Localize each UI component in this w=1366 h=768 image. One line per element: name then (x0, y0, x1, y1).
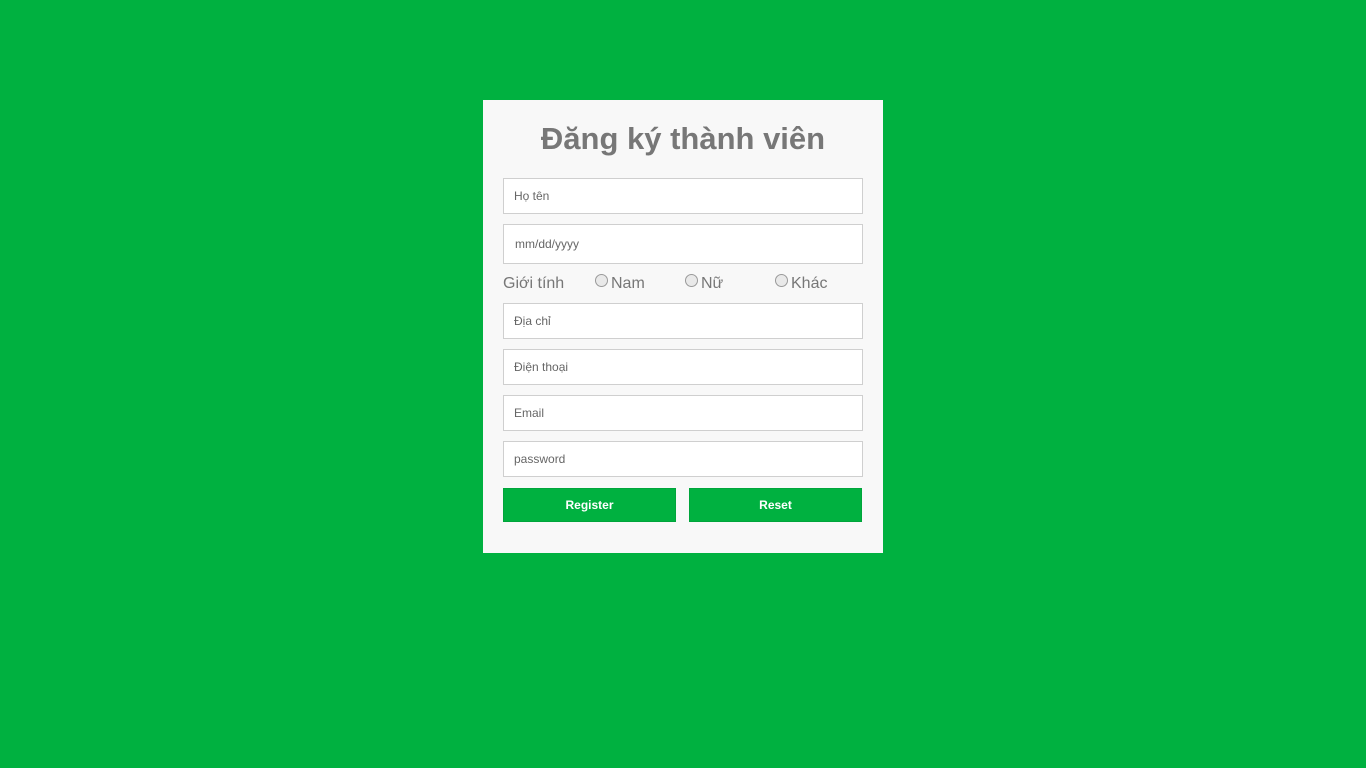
address-input[interactable] (503, 303, 863, 339)
gender-label: Giới tính (503, 275, 565, 292)
radio-khac[interactable] (775, 274, 788, 287)
gender-option-nam[interactable]: Nam (595, 274, 645, 293)
registration-card: Đăng ký thành viên mm/dd/yyyy Giới tính … (483, 100, 883, 553)
phone-input[interactable] (503, 349, 863, 385)
form-title: Đăng ký thành viên (540, 121, 826, 156)
gender-option-label: Nam (611, 275, 645, 292)
gender-row: Giới tính Nam Nữ Khác (503, 272, 863, 296)
date-of-birth-input[interactable]: mm/dd/yyyy (503, 224, 863, 264)
gender-option-nu[interactable]: Nữ (685, 274, 724, 293)
gender-option-label: Khác (791, 275, 828, 292)
fullname-input[interactable] (503, 178, 863, 214)
email-input[interactable] (503, 395, 863, 431)
register-button[interactable]: Register (503, 488, 676, 522)
gender-option-label: Nữ (701, 275, 724, 292)
reset-button[interactable]: Reset (689, 488, 862, 522)
date-placeholder: mm/dd/yyyy (515, 237, 580, 251)
gender-option-khac[interactable]: Khác (775, 274, 828, 293)
radio-nam[interactable] (595, 274, 608, 287)
radio-nu[interactable] (685, 274, 698, 287)
password-input[interactable] (503, 441, 863, 477)
